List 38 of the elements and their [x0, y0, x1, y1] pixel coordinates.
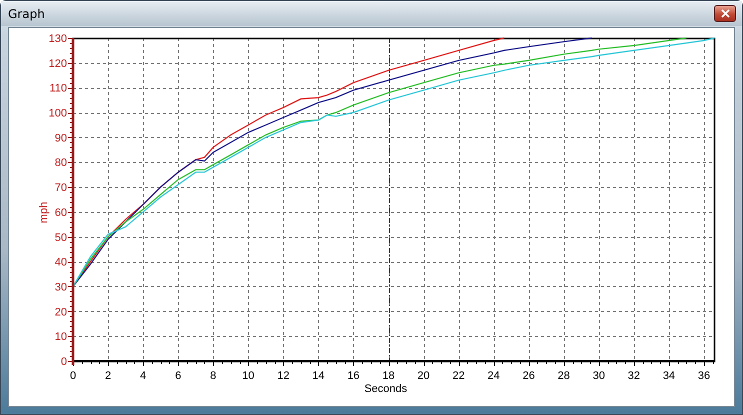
y-tick-label: 100	[48, 108, 67, 120]
x-tick-label: 8	[210, 370, 216, 382]
y-tick-label: 60	[54, 206, 67, 219]
x-tick-label: 10	[242, 370, 254, 382]
x-tick-label: 2	[105, 370, 112, 382]
y-tick-label: 50	[54, 232, 67, 244]
x-tick-label: 4	[140, 370, 146, 382]
close-button[interactable]	[714, 5, 736, 22]
y-tick-label: 0	[60, 356, 67, 368]
y-tick-label: 40	[54, 256, 67, 269]
x-tick-label: 26	[522, 370, 535, 382]
x-tick-label: 0	[70, 370, 76, 382]
x-tick-label: 36	[698, 370, 710, 382]
x-tick-label: 14	[312, 370, 325, 382]
y-tick-label: 30	[54, 281, 67, 294]
x-tick-label: 12	[277, 370, 290, 382]
x-tick-label: 6	[175, 370, 182, 382]
x-tick-label: 22	[452, 370, 465, 382]
x-tick-label: 20	[417, 370, 430, 382]
x-tick-label: 34	[662, 370, 676, 382]
y-tick-label: 90	[54, 132, 67, 144]
y-tick-label: 130	[48, 33, 67, 45]
x-axis-title: Seconds	[364, 383, 408, 395]
y-tick-label: 70	[54, 182, 67, 194]
x-tick-label: 18	[382, 370, 395, 382]
y-axis-title: mph	[38, 202, 50, 224]
x-tick-label: 28	[558, 370, 570, 382]
window-title: Graph	[8, 6, 45, 20]
x-tick-label: 30	[592, 370, 605, 382]
x-tick-label: 24	[488, 370, 500, 382]
y-tick-label: 80	[54, 157, 67, 170]
y-tick-label: 120	[48, 58, 67, 70]
x-tick-label: 16	[347, 370, 360, 382]
close-icon	[720, 9, 730, 18]
y-tick-label: 10	[54, 331, 67, 344]
y-tick-label: 20	[54, 306, 67, 318]
y-tick-label: 110	[49, 82, 67, 95]
x-tick-label: 32	[628, 370, 640, 382]
